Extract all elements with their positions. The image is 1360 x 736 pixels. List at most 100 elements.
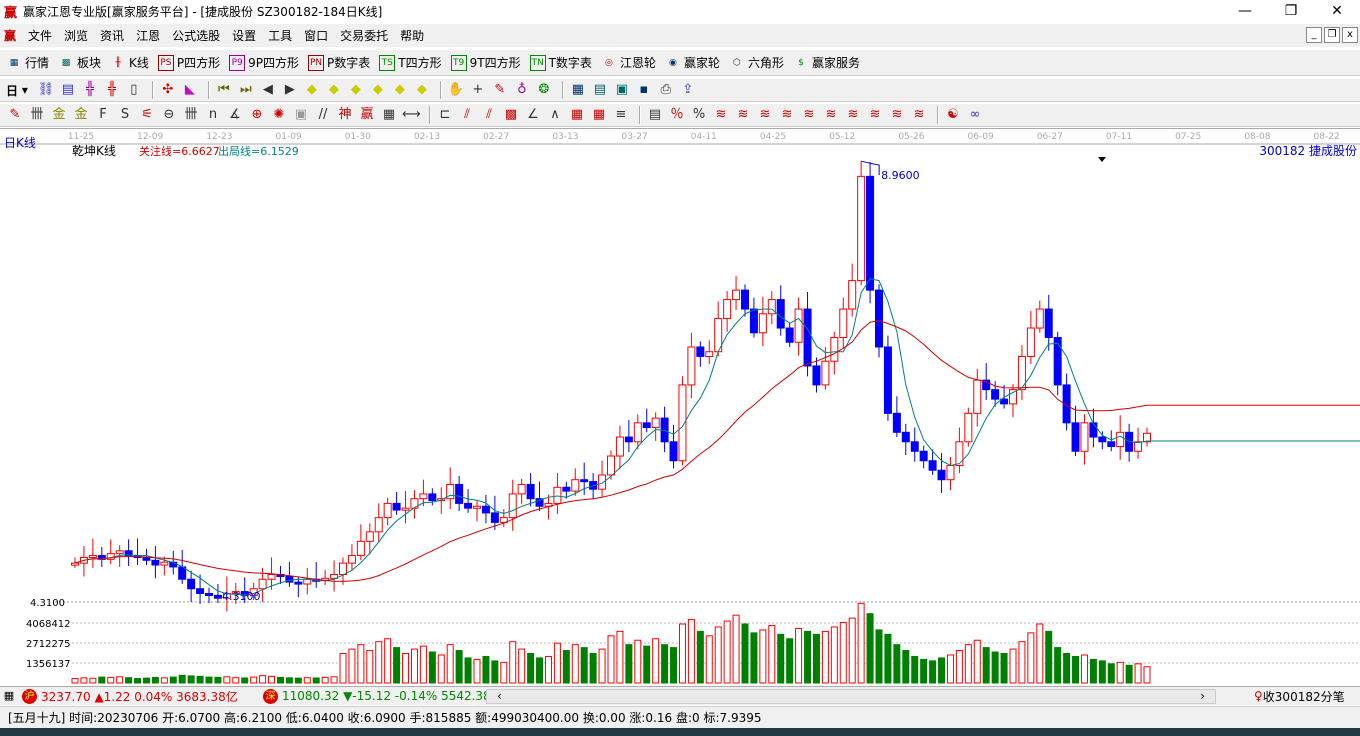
menu-6[interactable]: 工具 [262, 27, 298, 44]
menu-2[interactable]: 资讯 [94, 27, 130, 44]
ying-icon[interactable]: 赢 [358, 106, 376, 124]
yinyang-icon[interactable]: ☯ [944, 106, 962, 124]
arrow-right-icon[interactable]: ◆ [325, 81, 343, 99]
lines2-icon[interactable]: ≡ [612, 106, 630, 124]
flag-icon[interactable]: ◣ [181, 81, 199, 99]
mdi-close-button[interactable]: x [1342, 27, 1358, 43]
e5-icon[interactable]: ≋ [800, 106, 818, 124]
mdi-restore-button[interactable]: ❐ [1324, 27, 1340, 43]
pen-icon[interactable]: ✎ [6, 106, 24, 124]
ruler-icon[interactable]: ▦ [380, 106, 398, 124]
toolbar-pn-button[interactable]: PN P数字表 [308, 54, 370, 71]
toolbar-dollar-button[interactable]: $ 赢家服务 [793, 54, 860, 71]
e3-icon[interactable]: ≋ [756, 106, 774, 124]
quote-table-icon[interactable]: ▦ [0, 687, 18, 705]
calendar-icon[interactable]: ▦ [569, 81, 587, 99]
arrow-left-icon[interactable]: ◆ [303, 81, 321, 99]
e1-icon[interactable]: ≋ [712, 106, 730, 124]
chain-icon[interactable]: ⛓ [37, 81, 55, 99]
circle-icon[interactable]: ⊖ [160, 106, 178, 124]
toolbar-tn-button[interactable]: TN T数字表 [529, 54, 592, 71]
grid2-icon[interactable]: ▩ [502, 106, 520, 124]
grid4-icon[interactable]: ▦ [590, 106, 608, 124]
star-icon[interactable]: ✺ [270, 106, 288, 124]
gann-lines-icon[interactable]: ✣ [159, 81, 177, 99]
zoom-in-icon[interactable]: ◆ [391, 81, 409, 99]
prev-icon[interactable]: ◀ [259, 81, 277, 99]
toolbar-gann-wheel-button[interactable]: ◎ 江恩轮 [601, 54, 656, 71]
kline9-icon[interactable]: ╬ [103, 81, 121, 99]
gold2-icon[interactable]: 金 [72, 106, 90, 124]
shanghai-badge[interactable]: 沪 [22, 688, 37, 704]
pct-chart-icon[interactable]: ％ [668, 106, 686, 124]
lines-icon[interactable]: 卌 [182, 106, 200, 124]
expand-icon[interactable]: ◆ [347, 81, 365, 99]
ring-icon[interactable]: ❂ [535, 81, 553, 99]
scroll-left-icon[interactable]: ‹ [497, 689, 502, 703]
kline3-icon[interactable]: ╬ [81, 81, 99, 99]
target-icon[interactable]: ⊕ [248, 106, 266, 124]
angle-icon[interactable]: ∡ [226, 106, 244, 124]
draw-icon[interactable]: ✎ [491, 81, 509, 99]
toolbar-t9-button[interactable]: T9 9T四方形 [450, 54, 521, 71]
square-icon[interactable]: ▣ [292, 106, 310, 124]
menu-7[interactable]: 窗口 [298, 27, 334, 44]
toolbar-sector-blocks-button[interactable]: ▩ 板块 [58, 54, 101, 71]
fan3-icon[interactable]: ⫽ [480, 106, 498, 124]
close-button[interactable]: ✕ [1314, 0, 1360, 23]
menu-8[interactable]: 交易委托 [334, 27, 394, 44]
measure-icon[interactable]: ⟷ [402, 106, 421, 124]
e6-icon[interactable]: ≋ [822, 106, 840, 124]
chart-canvas[interactable]: 11-25 12-09 12-23 01-09 01-30 02-13 02-27 03-13… [0, 129, 1360, 686]
toolbar-hexagon-button[interactable]: ⬡ 六角形 [729, 54, 784, 71]
palette-icon[interactable]: ♁ [513, 81, 531, 99]
slash-icon[interactable]: // [314, 106, 332, 124]
calc-icon[interactable]: ▤ [591, 81, 609, 99]
screen-icon[interactable]: ▣ [613, 81, 631, 99]
minimize-button[interactable]: — [1222, 0, 1268, 23]
toolbar-winner-wheel-button[interactable]: ◉ 赢家轮 [665, 54, 720, 71]
restore-button[interactable]: ❐ [1268, 0, 1314, 23]
menu-5[interactable]: 设置 [226, 27, 262, 44]
e8-icon[interactable]: ≋ [866, 106, 884, 124]
mdi-minimize-button[interactable]: _ [1306, 27, 1322, 43]
shenzhen-badge[interactable]: 深 [263, 688, 278, 704]
grid3-icon[interactable]: ▦ [568, 106, 586, 124]
box-icon[interactable]: ⊏ [436, 106, 454, 124]
hand-icon[interactable]: ✋ [447, 81, 465, 99]
last-icon[interactable]: ⏭ [237, 81, 255, 99]
toolbar-kline-button[interactable]: ╫ K线 [110, 54, 149, 71]
e4-icon[interactable]: ≋ [778, 106, 796, 124]
e9-icon[interactable]: ≋ [888, 106, 906, 124]
table-icon[interactable]: ▤ [646, 106, 664, 124]
period-dropdown[interactable]: 日 ▾ [6, 82, 28, 99]
print-icon[interactable]: ⎙ [657, 81, 675, 99]
menu-4[interactable]: 公式选股 [166, 27, 226, 44]
collect-ticks-button[interactable]: 收300182分笔 [1263, 688, 1345, 705]
menu-0[interactable]: 文件 [22, 27, 58, 44]
next-icon[interactable]: ▶ [281, 81, 299, 99]
zoom-out-icon[interactable]: ◆ [413, 81, 431, 99]
angle2-icon[interactable]: ∠ [524, 106, 542, 124]
shrink-icon[interactable]: ◆ [369, 81, 387, 99]
save-icon[interactable]: ▪ [635, 81, 653, 99]
export-icon[interactable]: ⇪ [679, 81, 697, 99]
candle-type-icon[interactable]: ▯ [125, 81, 143, 99]
toolbar-ts-button[interactable]: TS T四方形 [379, 54, 442, 71]
menu-9[interactable]: 帮助 [394, 27, 430, 44]
fan-icon[interactable]: ⚟ [138, 106, 156, 124]
toolbar-ps-button[interactable]: PS P四方形 [157, 54, 220, 71]
n2-icon[interactable]: n [204, 106, 222, 124]
infinity-icon[interactable]: ∞ [966, 106, 984, 124]
e7-icon[interactable]: ≋ [844, 106, 862, 124]
e10-icon[interactable]: ≋ [910, 106, 928, 124]
bell-icon[interactable]: ♀ [1254, 689, 1263, 703]
crosshair-icon[interactable]: + [469, 81, 487, 99]
first-icon[interactable]: ⏮ [215, 81, 233, 99]
notes-icon[interactable]: ▤ [59, 81, 77, 99]
fan2-icon[interactable]: ⫽ [458, 106, 476, 124]
fib-icon[interactable]: F [94, 106, 112, 124]
e2-icon[interactable]: ≋ [734, 106, 752, 124]
horizontal-scrollbar[interactable]: ‹ › [486, 688, 1216, 704]
kline-chart[interactable]: 11-25 12-09 12-23 01-09 01-30 02-13 02-27 03-13… [0, 128, 1360, 685]
